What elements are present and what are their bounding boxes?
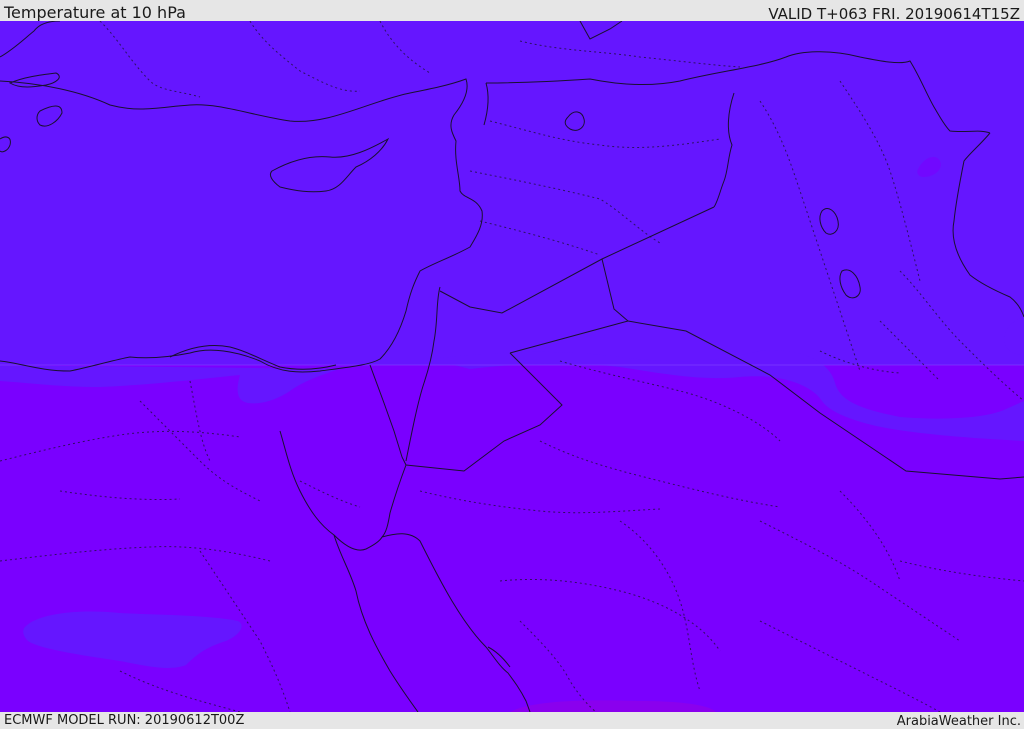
field-north (0, 21, 1024, 365)
map-title: Temperature at 10 hPa (4, 3, 186, 22)
model-run-label: ECMWF MODEL RUN: 20190612T00Z (4, 713, 245, 728)
map-frame: Temperature at 10 hPa VALID T+063 FRI. 2… (0, 0, 1024, 729)
footer-bar: ECMWF MODEL RUN: 20190612T00Z ArabiaWeat… (0, 712, 1024, 729)
header-bar: Temperature at 10 hPa VALID T+063 FRI. 2… (0, 0, 1024, 23)
map-svg (0, 21, 1024, 712)
temperature-map (0, 21, 1024, 712)
credit-label: ArabiaWeather Inc. (896, 714, 1021, 729)
